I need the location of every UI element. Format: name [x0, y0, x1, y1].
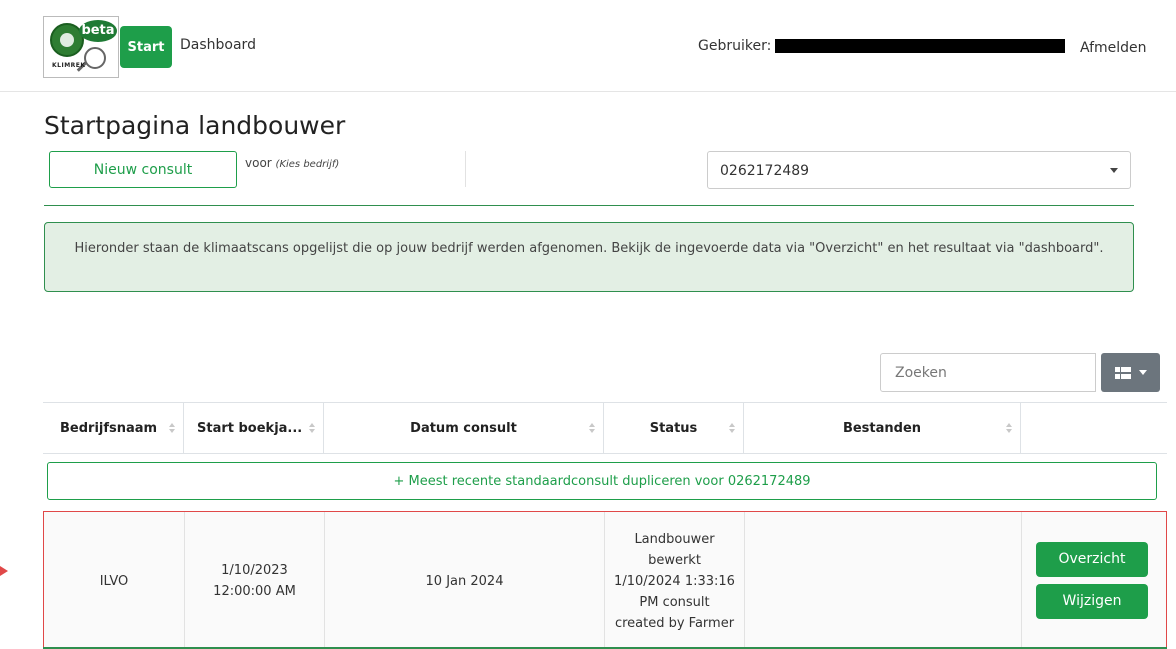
- grid-icon: [1114, 366, 1131, 379]
- column-header-label: Datum consult: [410, 421, 517, 436]
- logout-link[interactable]: Afmelden: [1080, 40, 1147, 56]
- column-header-status[interactable]: Status: [603, 403, 743, 454]
- company-select[interactable]: 0262172489: [707, 151, 1131, 189]
- user-name-redacted: [775, 39, 1065, 53]
- voor-hint: (Kies bedrijf): [275, 159, 340, 170]
- arrow-right-icon: [0, 566, 8, 576]
- cell-status: Landbouwer bewerkt 1/10/2024 1:33:16 PM …: [604, 512, 744, 649]
- sort-icon: [1006, 423, 1012, 433]
- dashboard-nav-link[interactable]: Dashboard: [180, 37, 256, 53]
- logo-text: KLIMREK: [52, 62, 86, 69]
- column-header-label: Bestanden: [842, 421, 922, 436]
- overzicht-button[interactable]: Overzicht: [1036, 542, 1148, 577]
- voor-label: voor (Kies bedrijf): [245, 156, 339, 170]
- cell-datum-consult: 10 Jan 2024: [324, 512, 604, 649]
- voor-text: voor: [245, 156, 272, 170]
- section-divider: [44, 205, 1134, 206]
- new-consult-button[interactable]: Nieuw consult: [49, 151, 237, 188]
- duplicate-consult-button[interactable]: + Meest recente standaardconsult duplice…: [47, 462, 1157, 500]
- user-label: Gebruiker:: [698, 38, 772, 54]
- column-header-bedrijfsnaam[interactable]: Bedrijfsnaam: [43, 403, 183, 454]
- column-header-label: Start boekja...: [197, 421, 303, 436]
- column-header-label: Status: [649, 421, 698, 436]
- app-logo[interactable]: beta KLIMREK: [43, 16, 119, 78]
- start-nav-button[interactable]: Start: [120, 26, 172, 68]
- sort-icon: [729, 423, 735, 433]
- magnifier-icon: [84, 47, 106, 69]
- cell-bestanden: [744, 512, 1021, 649]
- search-input[interactable]: [880, 353, 1096, 392]
- divider: [465, 151, 466, 187]
- caret-down-icon: [1138, 370, 1147, 375]
- sort-icon: [309, 423, 315, 433]
- column-header-start-boekjaar[interactable]: Start boekja...: [183, 403, 323, 454]
- top-navbar: beta KLIMREK Start Dashboard Gebruiker: …: [0, 0, 1176, 92]
- sort-icon: [589, 423, 595, 433]
- column-header-datum-consult[interactable]: Datum consult: [323, 403, 603, 454]
- chevron-down-icon: [1110, 168, 1118, 173]
- column-header-actions: [1020, 403, 1167, 454]
- cell-actions: Overzicht Wijzigen: [1021, 512, 1167, 649]
- column-header-bestanden[interactable]: Bestanden: [743, 403, 1020, 454]
- wijzigen-button[interactable]: Wijzigen: [1036, 584, 1148, 619]
- page-title: Startpagina landbouwer: [44, 111, 346, 140]
- consults-table: Bedrijfsnaam Start boekja... Datum consu…: [43, 402, 1167, 454]
- beta-badge: beta: [79, 20, 117, 42]
- info-alert: Hieronder staan de klimaatscans opgelijs…: [44, 222, 1134, 292]
- table-row: ILVO 1/10/2023 12:00:00 AM 10 Jan 2024 L…: [43, 511, 1167, 649]
- company-select-value: 0262172489: [720, 163, 810, 179]
- columns-toggle-button[interactable]: [1101, 353, 1160, 392]
- column-header-label: Bedrijfsnaam: [60, 421, 158, 436]
- cell-bedrijfsnaam: ILVO: [99, 573, 129, 589]
- table-header: Bedrijfsnaam Start boekja... Datum consu…: [43, 403, 1167, 454]
- cell-start-boekjaar: 1/10/2023 12:00:00 AM: [184, 512, 324, 649]
- sort-icon: [169, 423, 175, 433]
